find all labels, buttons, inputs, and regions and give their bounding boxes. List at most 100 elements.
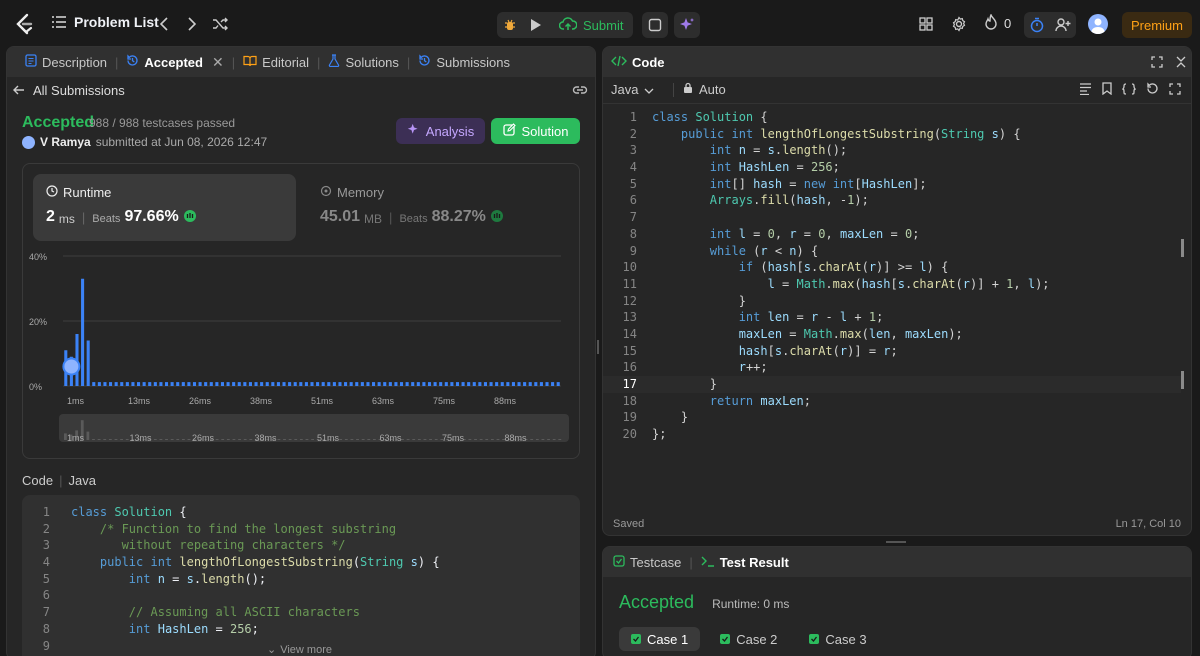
avatar[interactable] [1088,14,1108,34]
user-avatar[interactable] [22,135,35,149]
runtime-distribution-chart[interactable]: 40% 20% 0% 1ms 13ms 26ms 38ms 51ms 63ms 75ms 88ms 1… [23,246,579,458]
bookmark-icon[interactable] [1102,82,1112,95]
horizontal-resize-handle[interactable] [886,541,906,543]
overview-bar [434,439,438,440]
runtime-card[interactable]: Runtime 2 ms | Beats 97.66% [33,174,296,241]
collapse-icon[interactable] [1173,54,1189,70]
overview-tick-label: 51ms [317,433,340,443]
tab-code[interactable]: Code [611,47,673,77]
histogram-bar [411,382,415,386]
analysis-button[interactable]: Analysis [396,118,485,144]
x-tick-label: 26ms [189,396,212,406]
tab-editorial[interactable]: Editorial [235,47,317,77]
editor-line[interactable]: 19 } [603,409,1181,426]
histogram-bar [405,382,409,386]
editor-line[interactable]: 9 while (r < n) { [603,243,1181,260]
reset-icon[interactable] [1146,82,1159,95]
tab-testcase[interactable]: Testcase [611,547,689,577]
overview-tick-label: 26ms [192,433,215,443]
run-icon[interactable] [523,12,549,38]
tab-submissions[interactable]: Submissions [410,47,518,77]
note-icon[interactable] [642,12,668,38]
tab-code-label: Code [632,54,665,70]
tab-solutions[interactable]: Solutions [320,47,406,77]
editor-line[interactable]: 3 int n = s.length(); [603,142,1181,159]
histogram-bar [125,382,129,386]
next-problem-icon[interactable] [184,14,200,34]
streak-counter[interactable]: 0 [984,13,1011,33]
editor-line[interactable]: 12 } [603,293,1181,310]
premium-button[interactable]: Premium [1122,12,1192,38]
histogram-bar [455,382,460,386]
link-icon[interactable] [571,82,589,98]
case-2-button[interactable]: Case 2 [708,627,789,651]
editor-line[interactable]: 13 int len = r - l + 1; [603,309,1181,326]
histogram-bar [204,382,208,386]
language-select[interactable]: Java [611,82,654,97]
timer-icon[interactable] [1024,12,1050,38]
tab-accepted[interactable]: Accepted ✕ [118,47,231,77]
runtime-label: Runtime [63,185,112,200]
case-3-button[interactable]: Case 3 [797,627,878,651]
histogram-bar [237,382,241,386]
histogram-bar [148,382,152,386]
shuffle-icon[interactable] [210,14,230,34]
editor-line[interactable]: 5 int[] hash = new int[HashLen]; [603,176,1181,193]
editor-line[interactable]: 18 return maxLen; [603,393,1181,410]
overview-bar [215,439,219,440]
problem-list-button[interactable]: Problem List [52,14,159,30]
test-panel: Testcase | Test Result Accepted Runtime:… [602,546,1192,656]
close-tab-icon[interactable]: ✕ [212,54,224,71]
editor-line[interactable]: 20}; [603,426,1181,443]
braces-icon[interactable] [1122,82,1136,95]
histogram-bar [265,382,269,386]
language-select-value: Java [611,82,639,97]
submit-button[interactable]: Submit [549,12,633,38]
all-submissions-link[interactable]: All Submissions [13,81,125,99]
layout-icon[interactable] [916,14,936,34]
tab-test-result[interactable]: Test Result [693,547,797,577]
fullscreen-icon[interactable] [1149,54,1165,70]
editor-line[interactable]: 1 class Solution { [603,109,1181,126]
expand-icon[interactable] [1169,82,1181,95]
memory-card[interactable]: Memory 45.01 MB | Beats 88.27% [309,174,572,241]
add-user-icon[interactable] [1050,12,1076,38]
editor-line[interactable]: 4 int HashLen = 256; [603,159,1181,176]
histogram-bar [517,382,521,386]
editor-line[interactable]: 16 r++; [603,359,1181,376]
format-icon[interactable] [1079,82,1092,95]
auto-mode-toggle[interactable]: Auto [683,82,726,97]
overview-bar [294,439,298,440]
editor-line[interactable]: 15 hash[s.charAt(r)] = r; [603,343,1181,360]
editor-line[interactable]: 2 public int lengthOfLongestSubstring(St… [603,126,1181,143]
debug-icon[interactable] [497,12,523,38]
editor-line[interactable]: 14 maxLen = Math.max(len, maxLen); [603,326,1181,343]
list-icon [52,16,66,28]
resize-handle[interactable] [597,340,599,354]
editor-line[interactable]: 8 int l = 0, r = 0, maxLen = 0; [603,226,1181,243]
code-editor[interactable]: 1 class Solution {2 public int lengthOfLo… [603,109,1181,449]
editor-line[interactable]: 6 Arrays.fill(hash, -1); [603,192,1181,209]
tab-description[interactable]: Description [17,47,115,77]
view-more-button[interactable]: ⌄ View more [267,643,332,656]
editor-line[interactable]: 11 l = Math.max(hash[s.charAt(r)] + 1, l… [603,276,1181,293]
username[interactable]: V Ramya [40,135,91,149]
case-2-label: Case 2 [736,631,778,647]
overview-bar [232,439,236,440]
logo-icon[interactable] [12,12,36,36]
editor-line[interactable]: 7 [603,209,1181,226]
editor-panel: Code Java Auto 1 class Solution {2 publ… [602,46,1192,536]
solution-button[interactable]: Solution [491,118,580,144]
chevron-down-icon: ⌄ [267,644,277,656]
ai-sparkle-icon[interactable] [674,12,700,38]
histogram-bar [97,382,101,386]
histogram-bar [164,382,169,386]
case-1-button[interactable]: Case 1 [619,627,701,651]
histogram-bar [399,382,404,386]
overview-bar [120,439,123,440]
editor-line[interactable]: 17 } [603,376,1181,393]
gear-icon[interactable] [949,14,969,34]
overview-bar [485,439,489,440]
prev-problem-icon[interactable] [156,14,172,34]
editor-line[interactable]: 10 if (hash[s.charAt(r)] >= l) { [603,259,1181,276]
